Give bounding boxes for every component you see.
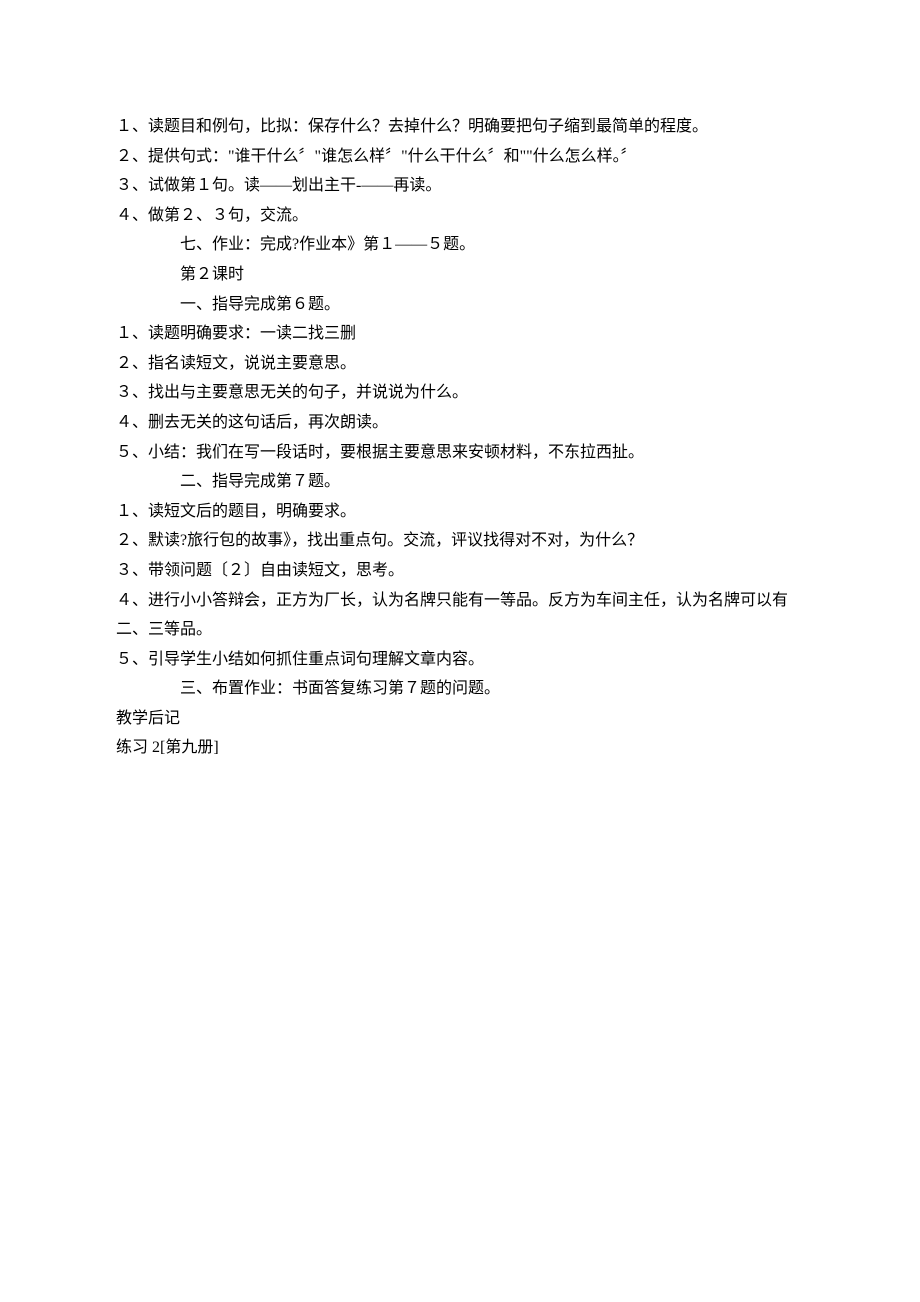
paragraph-line: ４、做第２、３句，交流。 <box>116 201 804 231</box>
paragraph-line: １、读题明确要求：一读二找三删 <box>116 319 804 349</box>
paragraph-line: 三、布置作业：书面答复练习第７题的问题。 <box>116 674 804 704</box>
paragraph-line: ３、带领问题〔２〕自由读短文，思考。 <box>116 556 804 586</box>
paragraph-line: ２、指名读短文，说说主要意思。 <box>116 349 804 379</box>
paragraph-line: ２、默读?旅行包的故事》，找出重点句。交流，评议找得对不对，为什么？ <box>116 526 804 556</box>
paragraph-line: ５、小结：我们在写一段话时，要根据主要意思来安顿材料，不东拉西扯。 <box>116 438 804 468</box>
paragraph-line: １、读题目和例句，比拟：保存什么？去掉什么？明确要把句子缩到最简单的程度。 <box>116 112 804 142</box>
paragraph-line: 教学后记 <box>116 704 804 734</box>
paragraph-line: ４、进行小小答辩会，正方为厂长，认为名牌只能有一等品。反方为车间主任，认为名牌可… <box>116 586 804 645</box>
document-page: １、读题目和例句，比拟：保存什么？去掉什么？明确要把句子缩到最简单的程度。 ２、… <box>0 0 920 763</box>
paragraph-line: １、读短文后的题目，明确要求。 <box>116 497 804 527</box>
paragraph-line: 二、指导完成第７题。 <box>116 467 804 497</box>
paragraph-line: 练习 2[第九册] <box>116 733 804 763</box>
paragraph-line: 一、指导完成第６题。 <box>116 290 804 320</box>
paragraph-line: ４、删去无关的这句话后，再次朗读。 <box>116 408 804 438</box>
paragraph-line: 七、作业：完成?作业本》第１——５题。 <box>116 230 804 260</box>
paragraph-line: ２、提供句式："谁干什么〞"谁怎么样〞"什么干什么〞和""什么怎么样。〞 <box>116 142 804 172</box>
paragraph-line: 第２课时 <box>116 260 804 290</box>
paragraph-line: ３、找出与主要意思无关的句子，并说说为什么。 <box>116 378 804 408</box>
paragraph-line: ３、试做第１句。读——划出主干-——再读。 <box>116 171 804 201</box>
paragraph-line: ５、引导学生小结如何抓住重点词句理解文章内容。 <box>116 645 804 675</box>
